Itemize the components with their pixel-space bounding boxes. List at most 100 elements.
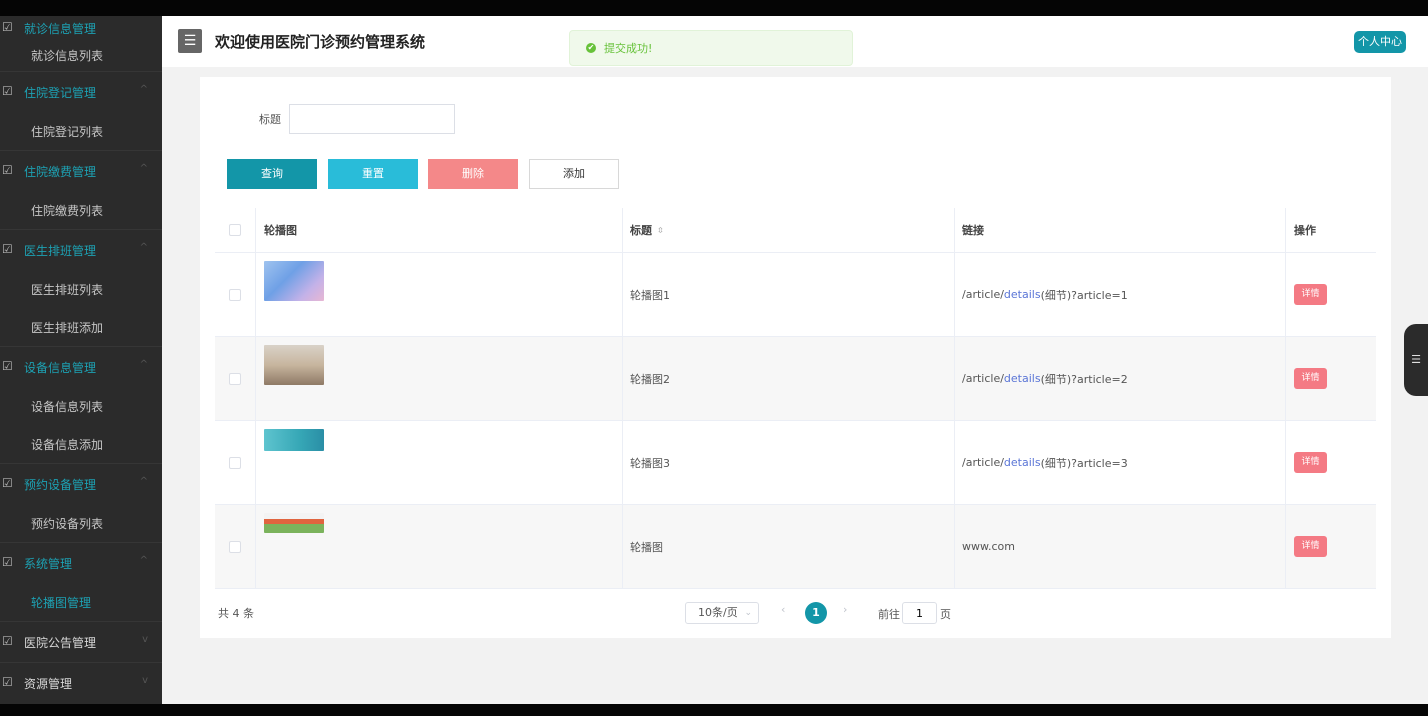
carousel-thumbnail xyxy=(264,429,324,451)
sidebar: ☑ 就诊信息管理 就诊信息列表 ☑ 住院登记管理 ^ 住院登记列表 ☑ 住院缴费… xyxy=(0,16,162,704)
sidebar-item-equipment-booking-list[interactable]: 预约设备列表 xyxy=(0,504,162,542)
row-image-cell xyxy=(256,505,623,588)
chevron-down-icon: v xyxy=(142,634,148,645)
goto-page-input[interactable] xyxy=(902,602,937,624)
sidebar-group-label: 医院公告管理 xyxy=(24,635,97,650)
carousel-thumbnail xyxy=(264,345,324,385)
sidebar-item-label: 医生排班添加 xyxy=(31,320,104,335)
side-panel-toggle[interactable]: ☰ xyxy=(1404,324,1428,396)
link-accent-text: details xyxy=(1003,372,1041,385)
sidebar-item-label: 住院登记列表 xyxy=(31,124,104,139)
row-link-cell: /article/details (细节)?article=1 xyxy=(955,253,1286,336)
row-action-cell: 详情 xyxy=(1286,421,1376,504)
reset-button[interactable]: 重置 xyxy=(328,159,418,189)
link-accent-text: details xyxy=(1003,288,1041,301)
sidebar-group-label: 系统管理 xyxy=(24,556,73,571)
chevron-up-icon: ^ xyxy=(139,163,148,174)
row-title: 轮播图1 xyxy=(630,288,670,302)
delete-button[interactable]: 删除 xyxy=(428,159,518,189)
hamburger-menu-icon[interactable]: ☰ xyxy=(178,29,202,53)
sidebar-group-equipment-booking[interactable]: ☑ 预约设备管理 ^ xyxy=(0,464,162,504)
sidebar-group-label: 资源管理 xyxy=(24,676,73,691)
table-row: 轮播图1 /article/details (细节)?article=1 详情 xyxy=(215,253,1376,337)
add-button[interactable]: 添加 xyxy=(529,159,619,189)
row-check-cell xyxy=(215,337,256,420)
page-number-1[interactable]: 1 xyxy=(805,602,827,624)
sidebar-group-inpatient-register[interactable]: ☑ 住院登记管理 ^ xyxy=(0,72,162,112)
edit-icon: ☑ xyxy=(2,675,13,689)
row-image-cell xyxy=(256,421,623,504)
goto-unit: 页 xyxy=(940,608,951,621)
detail-button[interactable]: 详情 xyxy=(1294,368,1327,389)
total-count: 共 4 条 xyxy=(218,607,254,620)
success-toast: ✔ 提交成功! xyxy=(569,30,853,66)
prev-page-button[interactable]: ‹ xyxy=(781,603,785,616)
link-accent-text: details xyxy=(1003,456,1041,469)
select-all-checkbox[interactable] xyxy=(229,224,241,236)
row-checkbox[interactable] xyxy=(229,540,241,553)
sidebar-item-carousel-management[interactable]: 轮播图管理 xyxy=(0,583,162,621)
carousel-thumbnail xyxy=(264,261,324,301)
link-text: /article/ xyxy=(962,456,1004,469)
sidebar-group-visit[interactable]: ☑ 就诊信息管理 xyxy=(0,16,162,40)
edit-icon: ☑ xyxy=(2,84,13,98)
personal-center-button[interactable]: 个人中心 xyxy=(1354,31,1406,53)
chevron-up-icon: ^ xyxy=(139,359,148,370)
row-check-cell xyxy=(215,253,256,336)
detail-button[interactable]: 详情 xyxy=(1294,452,1327,473)
sidebar-item-inpatient-payment-list[interactable]: 住院缴费列表 xyxy=(0,191,162,229)
detail-button[interactable]: 详情 xyxy=(1294,536,1327,557)
table-row: 轮播图 www.com 详情 xyxy=(215,505,1376,589)
table-header-row: 轮播图 标题 ⇳ 链接 操作 xyxy=(215,208,1376,253)
sidebar-item-label: 设备信息添加 xyxy=(31,437,104,452)
sidebar-group-doctor-schedule[interactable]: ☑ 医生排班管理 ^ xyxy=(0,230,162,270)
select-all-cell xyxy=(215,208,256,252)
sidebar-group-announcement[interactable]: ☑ 医院公告管理 v xyxy=(0,622,162,662)
next-page-button[interactable]: › xyxy=(843,603,847,616)
chevron-up-icon: ^ xyxy=(139,476,148,487)
page-size-value: 10条/页 xyxy=(698,606,738,619)
chevron-up-icon: ^ xyxy=(139,555,148,566)
row-title-cell: 轮播图 xyxy=(623,505,955,588)
sidebar-item-doctor-schedule-list[interactable]: 医生排班列表 xyxy=(0,270,162,308)
sidebar-group-resources[interactable]: ☑ 资源管理 v xyxy=(0,663,162,703)
link-text: /article/ xyxy=(962,372,1004,385)
sidebar-group-inpatient-payment[interactable]: ☑ 住院缴费管理 ^ xyxy=(0,151,162,191)
table-row: 轮播图3 /article/details (细节)?article=3 详情 xyxy=(215,421,1376,505)
sidebar-item-label: 就诊信息列表 xyxy=(31,49,104,63)
chevron-down-icon: v xyxy=(142,675,148,686)
query-button[interactable]: 查询 xyxy=(227,159,317,189)
sidebar-item-label: 设备信息列表 xyxy=(31,399,104,414)
sidebar-item-label: 轮播图管理 xyxy=(31,595,92,610)
row-checkbox[interactable] xyxy=(229,372,241,385)
row-checkbox[interactable] xyxy=(229,288,241,301)
detail-button[interactable]: 详情 xyxy=(1294,284,1327,305)
sort-icon[interactable]: ⇳ xyxy=(657,226,664,235)
header-label: 轮播图 xyxy=(264,224,297,237)
sidebar-group-label: 住院缴费管理 xyxy=(24,164,97,179)
header-label: 操作 xyxy=(1294,224,1316,237)
sidebar-item-doctor-schedule-add[interactable]: 医生排班添加 xyxy=(0,308,162,346)
header-title[interactable]: 标题 ⇳ xyxy=(623,208,955,252)
row-title: 轮播图2 xyxy=(630,372,670,386)
sidebar-group-label: 预约设备管理 xyxy=(24,477,97,492)
row-title-cell: 轮播图2 xyxy=(623,337,955,420)
sidebar-group-equipment[interactable]: ☑ 设备信息管理 ^ xyxy=(0,347,162,387)
sidebar-item-equipment-add[interactable]: 设备信息添加 xyxy=(0,425,162,463)
edit-icon: ☑ xyxy=(2,359,13,373)
bottom-strip xyxy=(0,704,1428,716)
header-label: 链接 xyxy=(962,224,984,237)
row-checkbox[interactable] xyxy=(229,456,241,469)
sidebar-item-inpatient-register-list[interactable]: 住院登记列表 xyxy=(0,112,162,150)
link-text: (细节)?article=1 xyxy=(1040,288,1128,302)
row-check-cell xyxy=(215,505,256,588)
sidebar-item-equipment-list[interactable]: 设备信息列表 xyxy=(0,387,162,425)
sidebar-group-system[interactable]: ☑ 系统管理 ^ xyxy=(0,543,162,583)
page-size-select[interactable]: 10条/页 ⌄ xyxy=(685,602,759,624)
row-title-cell: 轮播图3 xyxy=(623,421,955,504)
title-search-input[interactable] xyxy=(289,104,455,134)
page-title: 欢迎使用医院门诊预约管理系统 xyxy=(215,33,426,51)
carousel-thumbnail xyxy=(264,513,324,533)
link-text: www.com xyxy=(962,540,1015,553)
sidebar-item-visit-list[interactable]: 就诊信息列表 xyxy=(0,40,162,71)
